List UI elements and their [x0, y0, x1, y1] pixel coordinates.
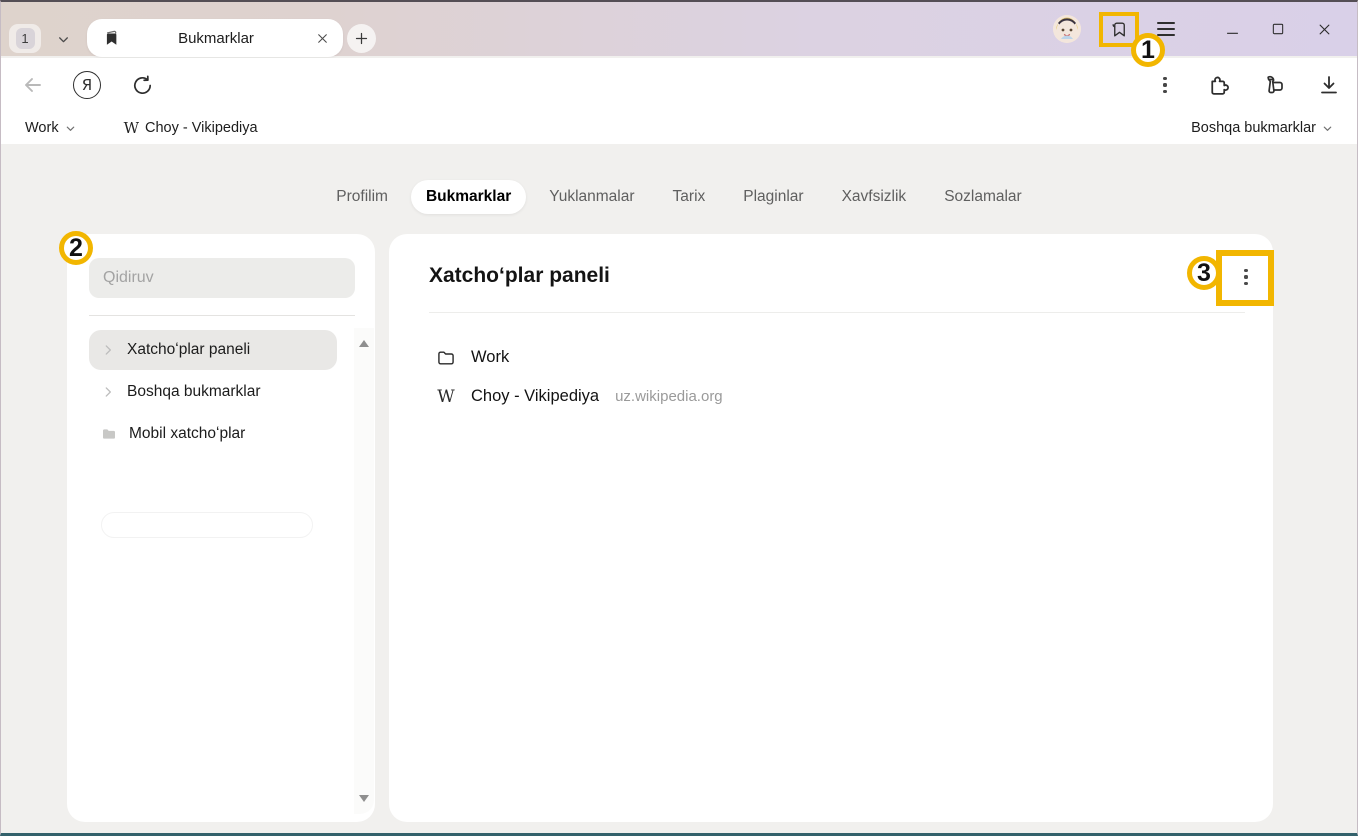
- chevron-down-icon: [1322, 123, 1333, 134]
- annotation-step-2: 2: [59, 231, 93, 265]
- annotation-step-1: 1: [1131, 33, 1165, 67]
- tab-bookmark-icon: [103, 29, 121, 47]
- tab-counter-button[interactable]: 1: [9, 24, 41, 53]
- folder-icon: [435, 348, 457, 368]
- bookmarks-bar: Work W Choy - Vikipediya Boshqa bukmarkl…: [1, 112, 1357, 144]
- protect-keychain-icon[interactable]: [1255, 58, 1291, 112]
- search-input[interactable]: [103, 269, 341, 287]
- bookmarks-bar-folder-work[interactable]: Work: [25, 120, 76, 136]
- menu-hamburger-icon[interactable]: [1157, 18, 1179, 40]
- list-item-choy-vikipediya[interactable]: W Choy - Vikipediya uz.wikipedia.org: [435, 377, 1233, 416]
- tab-list-chevron-down-icon[interactable]: [49, 26, 77, 52]
- other-bookmarks-button[interactable]: Boshqa bukmarklar: [1191, 120, 1333, 136]
- bookmarks-list: Work W Choy - Vikipediya uz.wikipedia.or…: [435, 338, 1233, 416]
- ghost-artifact: [101, 512, 313, 538]
- browser-tab[interactable]: Bukmarklar: [87, 19, 343, 57]
- yandex-logo-icon[interactable]: Я: [71, 58, 103, 112]
- window-maximize-button[interactable]: [1255, 9, 1301, 49]
- window-close-button[interactable]: [1301, 9, 1347, 49]
- tab-xavfsizlik[interactable]: Xavfsizlik: [827, 180, 922, 214]
- reload-icon[interactable]: [127, 58, 157, 112]
- profile-avatar[interactable]: [1053, 15, 1081, 43]
- panel-title: Xatchoʻplar paneli: [429, 264, 610, 288]
- other-bookmarks-label: Boshqa bukmarklar: [1191, 120, 1316, 136]
- panel-divider: [429, 312, 1245, 313]
- tab-tarix[interactable]: Tarix: [658, 180, 721, 214]
- tree-item-label: Xatchoʻplar paneli: [127, 341, 250, 359]
- bookmarks-main-panel: Xatchoʻplar paneli Work W Choy - Vikiped…: [389, 234, 1273, 822]
- bookmarks-sidebar: Xatchoʻplar paneli Boshqa bukmarklar Mob…: [67, 234, 375, 822]
- tab-profilim[interactable]: Profilim: [321, 180, 403, 214]
- chevron-right-icon[interactable]: [101, 343, 115, 357]
- tree-item-other-bookmarks[interactable]: Boshqa bukmarklar: [89, 372, 337, 412]
- download-icon[interactable]: [1311, 58, 1347, 112]
- tab-yuklanmalar[interactable]: Yuklanmalar: [534, 180, 649, 214]
- list-item-work-folder[interactable]: Work: [435, 338, 1233, 377]
- wikipedia-icon: W: [124, 119, 139, 137]
- tree-item-mobile-bookmarks[interactable]: Mobil xatchoʻplar: [89, 414, 337, 454]
- list-item-label: Work: [471, 348, 509, 367]
- bookmarks-bar-folder-label: Work: [25, 120, 59, 136]
- wikipedia-icon: W: [435, 387, 457, 407]
- tab-bukmarklar[interactable]: Bukmarklar: [411, 180, 526, 214]
- bookmarks-bar-link-label: Choy - Vikipediya: [145, 120, 258, 136]
- settings-nav-tabs: Profilim Bukmarklar Yuklanmalar Tarix Pl…: [1, 180, 1357, 214]
- tab-close-icon[interactable]: [311, 27, 333, 49]
- tree-item-label: Mobil xatchoʻplar: [129, 425, 245, 443]
- new-tab-button[interactable]: [347, 24, 376, 53]
- sidebar-scrollbar[interactable]: [354, 328, 374, 814]
- back-icon[interactable]: [17, 58, 49, 112]
- bookmarks-tree: Xatchoʻplar paneli Boshqa bukmarklar Mob…: [89, 330, 337, 454]
- annotation-step-3: 3: [1187, 256, 1221, 290]
- tab-title: Bukmarklar: [121, 30, 311, 47]
- list-item-label: Choy - Vikipediya: [471, 387, 599, 406]
- bookmarks-bar-link-wikipedia[interactable]: W Choy - Vikipediya: [124, 119, 258, 137]
- tree-item-bookmarks-panel[interactable]: Xatchoʻplar paneli: [89, 330, 337, 370]
- panel-kebab-menu-icon[interactable]: [1233, 264, 1259, 290]
- tree-item-label: Boshqa bukmarklar: [127, 383, 261, 401]
- sidebar-divider: [89, 315, 355, 316]
- browser-window: 1 Bukmarklar: [0, 0, 1358, 836]
- browser-toolbar: Я bookmarks Bukmarklar: [1, 58, 1357, 112]
- extensions-puzzle-icon[interactable]: [1200, 58, 1236, 112]
- chevron-down-icon: [65, 123, 76, 134]
- tab-plaginlar[interactable]: Plaginlar: [728, 180, 818, 214]
- tab-counter-value: 1: [16, 28, 35, 49]
- list-item-url: uz.wikipedia.org: [615, 388, 723, 405]
- chevron-right-icon[interactable]: [101, 385, 115, 399]
- scroll-down-icon[interactable]: [359, 795, 369, 802]
- tab-sozlamalar[interactable]: Sozlamalar: [929, 180, 1037, 214]
- window-minimize-button[interactable]: [1209, 9, 1255, 49]
- folder-icon: [101, 426, 117, 442]
- sidebar-search[interactable]: [89, 258, 355, 298]
- scroll-up-icon[interactable]: [359, 340, 369, 347]
- bookmarks-manager-page: Profilim Bukmarklar Yuklanmalar Tarix Pl…: [1, 144, 1357, 833]
